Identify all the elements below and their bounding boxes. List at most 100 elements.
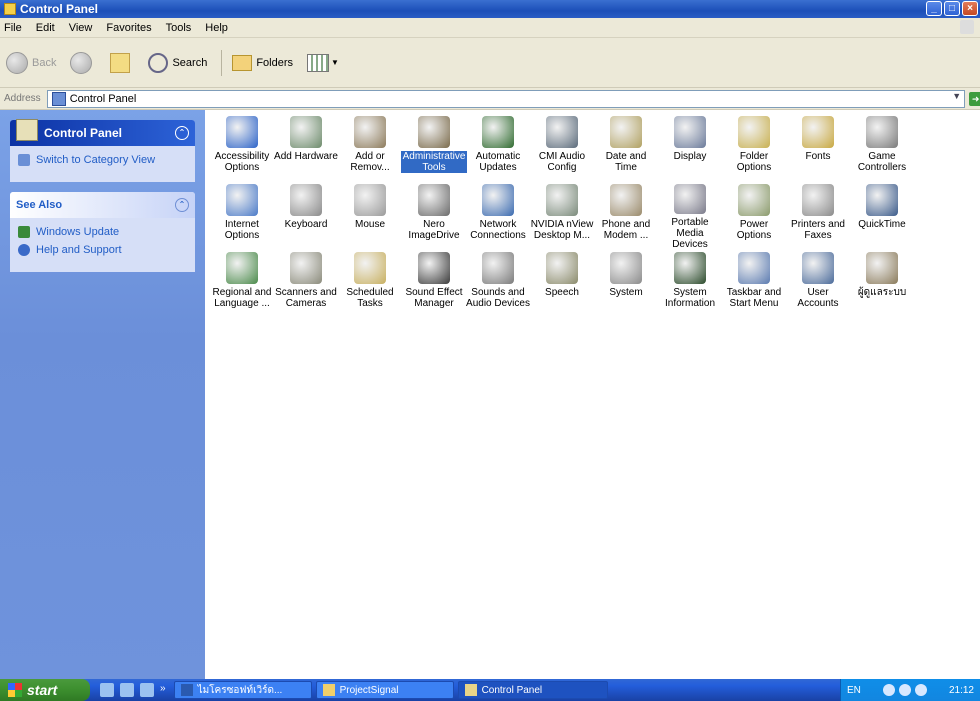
- speech-icon: [546, 252, 578, 284]
- control-panel-item[interactable]: Add Hardware: [273, 116, 339, 182]
- control-panel-icon: [16, 119, 38, 141]
- control-panel-item[interactable]: Speech: [529, 252, 595, 318]
- control-panel-item[interactable]: System: [593, 252, 659, 318]
- control-panel-item[interactable]: System Information: [657, 252, 723, 318]
- control-panel-item[interactable]: Accessibility Options: [209, 116, 275, 182]
- language-indicator[interactable]: EN: [847, 685, 861, 696]
- menu-edit[interactable]: Edit: [36, 22, 55, 34]
- control-panel-item[interactable]: ผู้ดูแลระบบ: [849, 252, 915, 318]
- control-panel-icon: [4, 3, 16, 15]
- clock[interactable]: 21:12: [949, 685, 974, 696]
- control-panel-item[interactable]: Taskbar and Start Menu: [721, 252, 787, 318]
- control-panel-item[interactable]: Fonts: [785, 116, 851, 182]
- task-button-folder[interactable]: ProjectSignal: [315, 681, 454, 699]
- item-label: Administrative Tools: [401, 151, 467, 173]
- control-panel-item[interactable]: User Accounts: [785, 252, 851, 318]
- item-label: Add Hardware: [274, 151, 338, 162]
- task-button-word[interactable]: ไมโครซอฟท์เวิร์ด...: [173, 681, 312, 699]
- address-value: Control Panel: [69, 92, 137, 105]
- menu-favorites[interactable]: Favorites: [106, 22, 151, 34]
- control-panel-item[interactable]: Game Controllers: [849, 116, 915, 182]
- control-panel-section: Control Panel ⌃ Switch to Category View: [10, 119, 195, 182]
- folders-button[interactable]: Folders: [232, 54, 294, 71]
- menu-bar: File Edit View Favorites Tools Help: [0, 18, 980, 38]
- help-support-link[interactable]: Help and Support: [18, 244, 187, 256]
- control-panel-item[interactable]: Regional and Language ...: [209, 252, 275, 318]
- views-icon: [307, 53, 330, 72]
- control-panel-item[interactable]: Automatic Updates: [465, 116, 531, 182]
- menu-file[interactable]: File: [4, 22, 22, 34]
- control-panel-item[interactable]: Printers and Faxes: [785, 184, 851, 250]
- control-panel-item[interactable]: QuickTime: [849, 184, 915, 250]
- control-panel-item[interactable]: Mouse: [337, 184, 403, 250]
- menu-tools[interactable]: Tools: [166, 22, 192, 34]
- control-panel-item[interactable]: Nero ImageDrive: [401, 184, 467, 250]
- windows-update-link[interactable]: Windows Update: [18, 226, 187, 238]
- tray-app-icon[interactable]: [914, 684, 927, 696]
- control-panel-item[interactable]: Scheduled Tasks: [337, 252, 403, 318]
- control-panel-item[interactable]: NVIDIA nView Desktop M...: [529, 184, 595, 250]
- start-label: start: [27, 682, 58, 698]
- app-icon[interactable]: [140, 683, 154, 697]
- item-label: Phone and Modem ...: [601, 219, 651, 241]
- collapse-icon[interactable]: ⌃: [175, 198, 189, 212]
- control-panel-item[interactable]: Power Options: [721, 184, 787, 250]
- section-title: See Also: [16, 199, 63, 211]
- control-panel-item[interactable]: Phone and Modem ...: [593, 184, 659, 250]
- windows-flag-icon: [8, 683, 22, 697]
- control-panel-item[interactable]: Folder Options: [721, 116, 787, 182]
- control-panel-item[interactable]: Display: [657, 116, 723, 182]
- control-panel-item[interactable]: Administrative Tools: [401, 116, 467, 182]
- quick-launch: »: [100, 683, 166, 697]
- tray-volume-icon[interactable]: [882, 684, 895, 696]
- see-also-header[interactable]: See Also ⌃: [10, 192, 195, 218]
- control-panel-item[interactable]: Date and Time: [593, 116, 659, 182]
- maximize-button[interactable]: □: [944, 1, 960, 16]
- back-button[interactable]: Back: [6, 51, 56, 74]
- chevron-down-icon[interactable]: ▼: [950, 91, 964, 107]
- task-button-control-panel[interactable]: Control Panel: [457, 681, 608, 699]
- ie-icon[interactable]: [100, 683, 114, 697]
- control-panel-item[interactable]: Keyboard: [273, 184, 339, 250]
- browser-icon[interactable]: [120, 683, 134, 697]
- views-button[interactable]: ▼: [307, 53, 339, 72]
- close-button[interactable]: ×: [962, 1, 978, 16]
- control-panel-item[interactable]: CMI Audio Config: [529, 116, 595, 182]
- switch-category-view-link[interactable]: Switch to Category View: [18, 154, 187, 166]
- task-label: Control Panel: [481, 684, 543, 696]
- go-button[interactable]: ➜ Go: [968, 91, 980, 106]
- section-title: Control Panel: [44, 126, 123, 140]
- control-panel-section-header[interactable]: Control Panel ⌃: [10, 119, 195, 146]
- address-label: Address: [4, 93, 41, 104]
- collapse-icon[interactable]: ⌃: [175, 126, 189, 140]
- quick-launch-more[interactable]: »: [160, 683, 166, 697]
- control-panel-item[interactable]: Sounds and Audio Devices: [465, 252, 531, 318]
- start-button[interactable]: start: [0, 679, 90, 701]
- tray-network-icon[interactable]: [898, 684, 911, 696]
- menu-help[interactable]: Help: [205, 22, 228, 34]
- item-label: Speech: [545, 287, 579, 298]
- task-label: ไมโครซอฟท์เวิร์ด...: [197, 684, 283, 696]
- up-button[interactable]: [110, 52, 134, 73]
- control-panel-section-body: Switch to Category View: [10, 146, 195, 182]
- back-arrow-icon: [6, 51, 28, 74]
- control-panel-item[interactable]: Sound Effect Manager: [401, 252, 467, 318]
- control-panel-item[interactable]: Internet Options: [209, 184, 275, 250]
- forward-button[interactable]: [70, 51, 96, 74]
- hardware-icon: [290, 116, 322, 148]
- control-panel-item[interactable]: Scanners and Cameras: [273, 252, 339, 318]
- scanner-icon: [290, 252, 322, 284]
- control-panel-item[interactable]: Add or Remov...: [337, 116, 403, 182]
- folders-label: Folders: [256, 56, 294, 69]
- control-panel-item[interactable]: Network Connections: [465, 184, 531, 250]
- folder-icon: [322, 684, 335, 696]
- globe-small-icon: [866, 252, 898, 284]
- item-label: System Information: [664, 287, 716, 309]
- address-input[interactable]: Control Panel ▼: [46, 89, 965, 108]
- globe-icon: [482, 116, 514, 148]
- minimize-button[interactable]: _: [926, 1, 942, 16]
- item-label: CMI Audio Config: [538, 151, 586, 173]
- search-button[interactable]: Search: [148, 52, 207, 73]
- menu-view[interactable]: View: [69, 22, 93, 34]
- control-panel-item[interactable]: Portable Media Devices: [657, 184, 723, 250]
